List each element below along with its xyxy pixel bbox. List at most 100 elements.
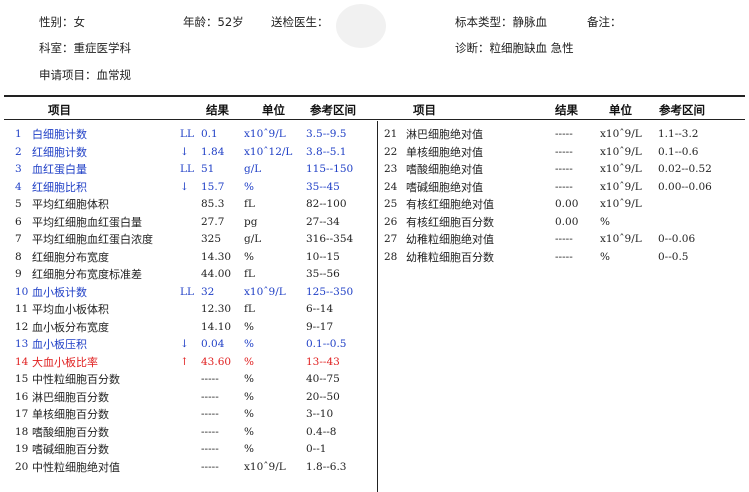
- table-row: 19 嗜碱细胞百分数 -----% 0--1: [0, 442, 376, 457]
- reference-range: 0.1--0.5: [306, 338, 347, 350]
- unit-value: x10ˆ9/L: [600, 180, 642, 193]
- right-header-item: 项目: [413, 103, 436, 117]
- right-header-result: 结果: [555, 103, 578, 117]
- table-row: 27 幼稚粒细胞绝对值 ----- x10ˆ9/L 0--0.06: [0, 232, 749, 247]
- table-row: 9 红细胞分布宽度标准差 44.00 fL 35--56: [0, 267, 376, 282]
- left-header-unit: 单位: [262, 103, 285, 117]
- redacted-area: [336, 4, 386, 48]
- item-name: 中性粒细胞绝对值: [32, 460, 120, 474]
- item-name: 嗜酸细胞百分数: [32, 425, 109, 439]
- table-row: 17 单核细胞百分数 -----% 3--10: [0, 407, 376, 422]
- result-value: -----: [201, 443, 219, 455]
- table-row: 26 有核红细胞百分数 0.00%: [0, 215, 749, 230]
- table-row: 20 中性粒细胞绝对值 ----- x10ˆ9/L 1.8--6.3: [0, 460, 376, 475]
- result-value: 14.10: [201, 320, 232, 333]
- table-row: 25 有核红细胞绝对值 0.00 x10ˆ9/L: [0, 197, 749, 212]
- result-value: -----: [201, 460, 219, 473]
- unit-value: x10ˆ9/L: [600, 233, 642, 245]
- row-number: 11: [15, 303, 29, 315]
- result-value: 0.00: [555, 215, 579, 228]
- row-number: 10: [15, 285, 29, 298]
- row-number: 18: [15, 425, 29, 438]
- result-value: -----: [555, 180, 573, 193]
- row-number: 26: [384, 215, 398, 228]
- item-name: 嗜碱细胞绝对值: [406, 180, 483, 194]
- item-name: 嗜酸细胞绝对值: [406, 163, 483, 176]
- reference-range: 9--17: [306, 320, 334, 333]
- gender-field: 性别：女: [39, 15, 85, 29]
- reference-range: 0.00--0.06: [658, 180, 712, 193]
- unit-value: %: [244, 355, 254, 368]
- row-number: 27: [384, 233, 398, 245]
- item-name: 中性粒细胞百分数: [32, 373, 120, 386]
- item-name: 大血小板比率: [32, 355, 98, 369]
- row-number: 25: [384, 198, 398, 210]
- row-number: 13: [15, 338, 29, 350]
- reference-range: 0.1--0.6: [658, 145, 699, 158]
- table-top-rule: [4, 95, 745, 97]
- left-header-item: 项目: [48, 103, 71, 117]
- department-field: 科室：重症医学科: [39, 41, 131, 55]
- row-number: 21: [384, 128, 398, 140]
- item-name: 单核细胞绝对值: [406, 145, 483, 159]
- item-name: 红细胞分布宽度标准差: [32, 268, 142, 281]
- table-row: 12 血小板分布宽度 14.10% 9--17: [0, 320, 376, 335]
- unit-value: %: [244, 338, 254, 350]
- reference-range: 0--1: [306, 443, 327, 455]
- table-row: 16 淋巴细胞百分数 -----% 20--50: [0, 390, 376, 405]
- result-value: 0.04: [201, 338, 225, 350]
- result-value: -----: [555, 163, 573, 175]
- unit-value: x10ˆ9/L: [244, 460, 286, 473]
- row-number: 20: [15, 460, 29, 473]
- row-number: 16: [15, 390, 29, 403]
- result-value: -----: [555, 145, 573, 158]
- item-name: 幼稚粒细胞绝对值: [406, 233, 494, 246]
- remark-field: 备注：: [587, 15, 622, 29]
- row-number: 22: [384, 145, 398, 158]
- table-header-rule: [4, 119, 745, 120]
- table-row: 22 单核细胞绝对值 ----- x10ˆ9/L 0.1--0.6: [0, 145, 749, 160]
- row-number: 12: [15, 320, 29, 333]
- age-field: 年龄：52岁: [183, 15, 244, 29]
- right-header-unit: 单位: [609, 103, 632, 117]
- unit-value: %: [244, 425, 254, 438]
- table-row: 24 嗜碱细胞绝对值 ----- x10ˆ9/L 0.00--0.06: [0, 180, 749, 195]
- reference-range: 6--14: [306, 303, 334, 315]
- table-row: 23 嗜酸细胞绝对值 ----- x10ˆ9/L 0.02--0.52: [0, 162, 749, 177]
- unit-value: fL: [244, 303, 255, 315]
- row-number: 14: [15, 355, 29, 368]
- table-row: 13 血小板压积 ↓ 0.04% 0.1--0.5: [0, 337, 376, 352]
- unit-value: %: [244, 390, 254, 403]
- left-header-range: 参考区间: [310, 103, 356, 117]
- table-row: 28 幼稚粒细胞百分数 -----% 0--0.5: [0, 250, 749, 265]
- unit-value: %: [244, 408, 254, 420]
- reference-range: 1.8--6.3: [306, 460, 347, 473]
- unit-value: x10ˆ9/L: [600, 163, 642, 175]
- doctor-field: 送检医生：: [271, 15, 329, 29]
- result-value: 0.00: [555, 198, 579, 210]
- unit-value: x10ˆ9/L: [244, 285, 286, 298]
- result-value: -----: [201, 408, 219, 420]
- table-row: 14 大血小板比率 ↑ 43.60% 13--43: [0, 355, 376, 370]
- left-header-result: 结果: [206, 103, 229, 117]
- unit-value: fL: [244, 268, 255, 280]
- result-value: 43.60: [201, 355, 232, 368]
- item-name: 血小板压积: [32, 338, 87, 351]
- reference-range: 0--0.5: [658, 250, 689, 263]
- result-value: 32: [201, 285, 215, 298]
- right-header-range: 参考区间: [659, 103, 705, 117]
- reference-range: 1.1--3.2: [658, 128, 699, 140]
- row-number: 19: [15, 443, 29, 455]
- item-name: 有核红细胞百分数: [406, 215, 494, 229]
- result-value: -----: [201, 373, 219, 385]
- sample-type-field: 标本类型：静脉血: [455, 15, 547, 29]
- unit-value: %: [600, 250, 610, 263]
- table-row: 11 平均血小板体积 12.30 fL 6--14: [0, 302, 376, 317]
- abnormal-flag: ↓: [180, 338, 189, 350]
- reference-range: 40--75: [306, 373, 340, 385]
- table-row: 15 中性粒细胞百分数 -----% 40--75: [0, 372, 376, 387]
- item-name: 有核红细胞绝对值: [406, 198, 494, 211]
- row-number: 28: [384, 250, 398, 263]
- reference-range: 13--43: [306, 355, 340, 368]
- item-name: 淋巴细胞绝对值: [406, 128, 483, 141]
